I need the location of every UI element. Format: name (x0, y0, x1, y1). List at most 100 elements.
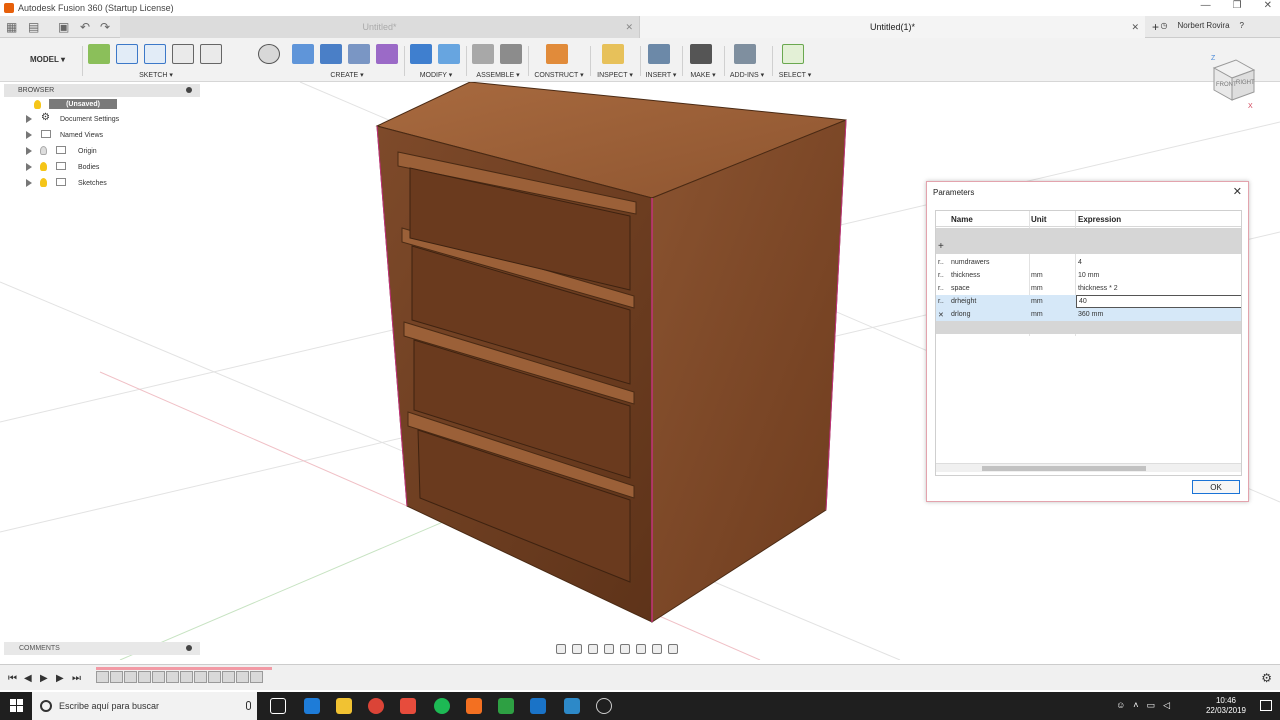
close-tab-icon[interactable]: ✕ (1131, 22, 1139, 33)
spotify-icon[interactable] (434, 698, 450, 714)
expand-arrow-icon[interactable] (26, 163, 32, 171)
browser-item-origin[interactable]: Origin (4, 143, 200, 159)
add-ins-group[interactable]: ADD-INS ▾ (730, 44, 764, 80)
edge-icon[interactable] (304, 698, 320, 714)
timeline-features[interactable] (96, 671, 270, 685)
add-ins-menu[interactable]: ADD-INS ▾ (730, 71, 764, 79)
orbit-icon[interactable] (556, 644, 566, 654)
slot-icon[interactable] (200, 44, 222, 64)
browser-header[interactable]: BROWSER (4, 84, 200, 97)
expand-plus-icon[interactable]: + (938, 241, 944, 252)
minimize-button[interactable]: — (1201, 0, 1211, 11)
modify-menu[interactable]: MODIFY ▾ (420, 71, 453, 79)
table-row[interactable]: r.. space mm thickness * 2 (936, 282, 1241, 295)
select-group[interactable]: SELECT ▾ (779, 44, 811, 80)
mirror-icon[interactable] (348, 44, 370, 64)
tab-untitled[interactable]: Untitled* ✕ (120, 16, 640, 38)
insert-group[interactable]: INSERT ▾ (646, 44, 677, 80)
fit-icon[interactable] (620, 644, 630, 654)
expand-arrow-icon[interactable] (26, 179, 32, 187)
select-menu[interactable]: SELECT ▾ (779, 71, 812, 79)
save-icon[interactable]: ▣ (58, 20, 69, 34)
expand-arrow-icon[interactable] (26, 147, 32, 155)
browser-item-sketches[interactable]: Sketches (4, 175, 200, 191)
file-menu-icon[interactable]: ▤ (28, 20, 39, 34)
stop-sketch-group[interactable] (258, 44, 284, 80)
timeline-feature[interactable] (180, 671, 193, 683)
new-component-icon[interactable] (472, 44, 494, 64)
app-grid-icon[interactable]: ▦ (6, 20, 17, 34)
make-group[interactable]: MAKE ▾ (690, 44, 716, 80)
browser-item-document-settings[interactable]: ⚙ Document Settings (4, 111, 200, 127)
circle-icon[interactable] (258, 44, 280, 64)
timeline-feature[interactable] (110, 671, 123, 683)
spline-icon[interactable] (144, 44, 166, 64)
param-expression[interactable]: 10 mm (1078, 272, 1099, 279)
people-icon[interactable]: ☺ (1116, 700, 1125, 711)
windows-start-icon[interactable] (10, 699, 23, 712)
viewcube-front-face[interactable]: FRONT (1216, 82, 1237, 88)
3d-print-icon[interactable] (690, 44, 712, 64)
app-icon[interactable] (530, 698, 546, 714)
param-unit[interactable]: mm (1031, 285, 1043, 292)
close-window-button[interactable]: ✕ (1264, 0, 1272, 11)
column-header-expression[interactable]: Expression (1078, 215, 1121, 224)
timeline-feature[interactable] (166, 671, 179, 683)
volume-icon[interactable]: ◁ (1163, 700, 1170, 711)
grid-settings-icon[interactable] (652, 644, 662, 654)
viewcube-right-face[interactable]: RIGHT (1236, 80, 1255, 86)
inspect-menu[interactable]: INSPECT ▾ (597, 71, 633, 79)
timeline-feature[interactable] (236, 671, 249, 683)
fusion-360-taskbar-icon[interactable] (466, 698, 482, 714)
extrude-icon[interactable] (292, 44, 314, 64)
insert-image-icon[interactable] (648, 44, 670, 64)
viewports-icon[interactable] (668, 644, 678, 654)
visibility-bulb-icon[interactable] (40, 178, 47, 187)
param-expression[interactable]: 360 mm (1078, 311, 1103, 318)
step-back-icon[interactable]: ◀ (24, 673, 32, 684)
inspect-group[interactable]: INSPECT ▾ (597, 44, 633, 80)
param-expression-input[interactable]: 40 (1076, 295, 1241, 308)
create-sketch-icon[interactable] (88, 44, 110, 64)
column-header-unit[interactable]: Unit (1031, 215, 1047, 224)
param-name[interactable]: drlong (951, 311, 970, 318)
rectangle-icon[interactable] (172, 44, 194, 64)
construct-menu[interactable]: CONSTRUCT ▾ (534, 71, 583, 79)
column-header-name[interactable]: Name (951, 215, 973, 224)
select-icon[interactable] (782, 44, 804, 64)
undo-icon[interactable]: ↶ (80, 20, 90, 34)
param-unit[interactable]: mm (1031, 311, 1043, 318)
param-expression[interactable]: 4 (1078, 259, 1082, 266)
new-tab-icon[interactable]: + (1152, 20, 1159, 34)
chrome-icon[interactable] (368, 698, 384, 714)
tab-untitled-1[interactable]: Untitled(1)* ✕ (640, 16, 1145, 38)
form-icon[interactable] (376, 44, 398, 64)
param-expression[interactable]: thickness * 2 (1078, 285, 1118, 292)
table-row[interactable]: ✕ drlong mm 360 mm (936, 308, 1241, 321)
expand-arrow-icon[interactable] (26, 115, 32, 123)
timeline-feature[interactable] (138, 671, 151, 683)
timeline-feature[interactable] (96, 671, 109, 683)
param-unit[interactable]: mm (1031, 298, 1043, 305)
scripts-icon[interactable] (734, 44, 756, 64)
param-name[interactable]: thickness (951, 272, 980, 279)
cabinet-model[interactable] (375, 81, 847, 623)
param-unit[interactable]: mm (1031, 272, 1043, 279)
help-icon[interactable]: ? (1240, 21, 1244, 30)
create-group[interactable]: CREATE ▾ (292, 44, 402, 80)
visibility-bulb-icon[interactable] (40, 162, 47, 171)
visibility-bulb-icon[interactable] (34, 100, 41, 109)
insert-menu[interactable]: INSERT ▾ (646, 71, 677, 79)
sketch-group[interactable]: SKETCH ▾ (88, 44, 224, 80)
task-view-icon[interactable] (270, 698, 286, 714)
taskbar-clock[interactable]: 10:46 22/03/2019 (1206, 696, 1246, 716)
file-explorer-icon[interactable] (336, 698, 352, 714)
visibility-bulb-icon[interactable] (40, 146, 47, 155)
timeline-marker[interactable] (96, 667, 272, 670)
expand-arrow-icon[interactable] (26, 131, 32, 139)
table-row-selected[interactable]: r.. drheight mm 40 (936, 295, 1241, 308)
app-icon[interactable] (400, 698, 416, 714)
press-pull-icon[interactable] (410, 44, 432, 64)
browser-item-named-views[interactable]: Named Views (4, 127, 200, 143)
line-icon[interactable] (116, 44, 138, 64)
